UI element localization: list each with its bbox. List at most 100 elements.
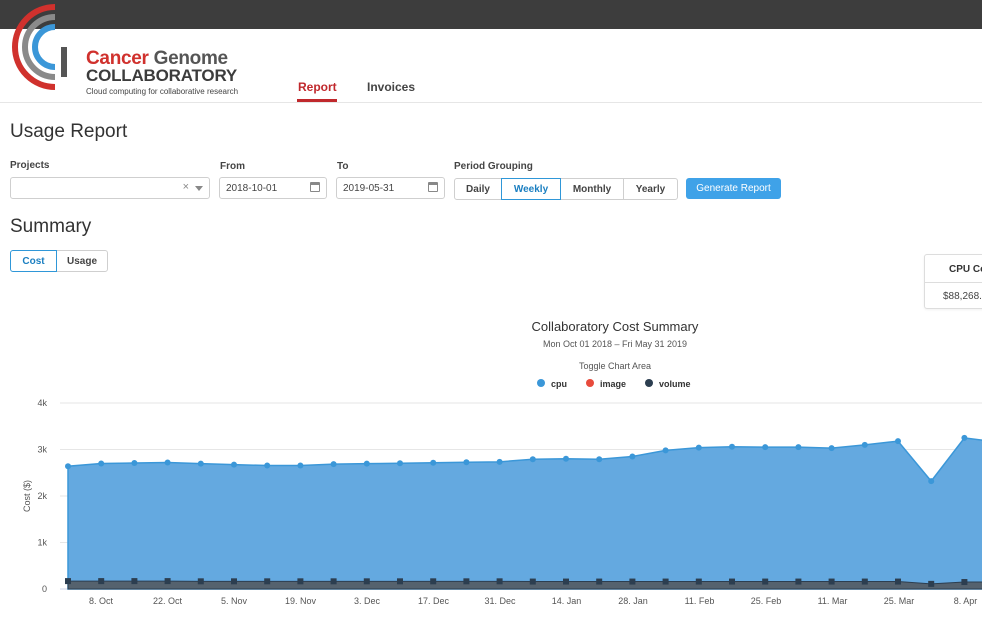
x-tick-label: 5. Nov xyxy=(221,596,248,606)
period-weekly-button[interactable]: Weekly xyxy=(501,178,561,200)
y-axis-label: Cost ($) xyxy=(22,480,32,512)
cpu-point xyxy=(629,453,636,460)
cpu-point xyxy=(264,462,271,469)
chart-subtitle: Mon Oct 01 2018 – Fri May 31 2019 xyxy=(543,339,687,349)
legend-volume-label[interactable]: volume xyxy=(659,379,691,389)
cpu-point xyxy=(529,456,536,463)
period-grouping-label: Period Grouping xyxy=(454,161,533,172)
x-tick-label: 14. Jan xyxy=(552,596,582,606)
volume-point xyxy=(563,578,569,585)
x-tick-label: 8. Apr xyxy=(954,596,978,606)
period-monthly-button[interactable]: Monthly xyxy=(560,178,624,200)
tab-invoices[interactable]: Invoices xyxy=(367,80,415,94)
summary-title: Summary xyxy=(10,216,92,237)
to-date-input[interactable]: 2019-05-31 xyxy=(336,177,445,199)
y-tick-label: 1k xyxy=(37,538,47,548)
x-tick-label: 11. Feb xyxy=(685,596,715,606)
cpu-point xyxy=(65,463,71,470)
volume-point xyxy=(164,578,171,585)
volume-point xyxy=(861,578,868,585)
volume-point xyxy=(729,578,735,585)
summary-toggle-group: Cost Usage xyxy=(10,250,108,272)
x-tick-label: 19. Nov xyxy=(285,596,317,606)
period-grouping-group: Daily Weekly Monthly Yearly xyxy=(454,178,678,200)
projects-label: Projects xyxy=(10,160,50,171)
period-daily-button[interactable]: Daily xyxy=(454,178,502,200)
volume-point xyxy=(695,578,702,585)
cpu-point xyxy=(397,460,403,467)
volume-point xyxy=(131,578,138,585)
calendar-icon[interactable] xyxy=(428,182,438,192)
projects-select[interactable]: × xyxy=(10,177,210,199)
chart-title: Collaboratory Cost Summary xyxy=(532,319,699,334)
cpu-point xyxy=(197,460,204,467)
chevron-down-icon[interactable] xyxy=(195,186,203,191)
usage-toggle-button[interactable]: Usage xyxy=(56,250,108,272)
x-tick-label: 3. Dec xyxy=(354,596,381,606)
cost-toggle-button[interactable]: Cost xyxy=(10,250,57,272)
cost-summary-chart: Collaboratory Cost Summary Mon Oct 01 20… xyxy=(22,319,982,606)
cpu-point xyxy=(131,459,138,466)
volume-point xyxy=(363,578,370,585)
x-tick-label: 22. Oct xyxy=(153,596,183,606)
period-yearly-button[interactable]: Yearly xyxy=(623,178,678,200)
legend-volume-marker[interactable] xyxy=(645,379,653,387)
cpu-point xyxy=(430,459,437,466)
volume-point xyxy=(662,578,669,585)
to-label: To xyxy=(337,161,349,172)
legend-image-marker[interactable] xyxy=(586,379,594,387)
cpu-point xyxy=(463,459,470,466)
cpu-point xyxy=(729,443,735,450)
volume-point xyxy=(629,578,636,585)
volume-point xyxy=(197,578,204,585)
cpu-point xyxy=(231,461,237,468)
x-tick-label: 25. Feb xyxy=(751,596,782,606)
x-tick-label: 28. Jan xyxy=(618,596,648,606)
logo-tagline: Cloud computing for collaborative resear… xyxy=(86,87,239,96)
y-tick-label: 0 xyxy=(42,584,47,594)
from-date-input[interactable]: 2018-10-01 xyxy=(219,177,327,199)
legend-cpu-label[interactable]: cpu xyxy=(551,379,567,389)
cpu-point xyxy=(762,444,769,451)
volume-point xyxy=(231,578,237,585)
nav-divider xyxy=(0,102,982,103)
volume-point xyxy=(961,579,968,586)
x-tick-label: 8. Oct xyxy=(89,596,114,606)
cpu-area xyxy=(67,437,982,590)
volume-point xyxy=(430,578,437,585)
logo[interactable]: Cancer Genome COLLABORATORY Cloud comput… xyxy=(10,2,250,98)
legend-cpu-marker[interactable] xyxy=(537,379,545,387)
legend-image-label[interactable]: image xyxy=(600,379,626,389)
volume-point xyxy=(65,578,71,585)
to-date-value: 2019-05-31 xyxy=(343,183,395,194)
clear-icon[interactable]: × xyxy=(183,181,189,193)
volume-point xyxy=(895,578,901,585)
cpu-point xyxy=(928,478,935,485)
cpu-point xyxy=(563,455,569,462)
cpu-point xyxy=(297,462,304,469)
cpu-point xyxy=(662,447,669,454)
cpu-point xyxy=(695,444,702,451)
volume-point xyxy=(98,578,105,585)
volume-point xyxy=(928,580,935,587)
tab-report[interactable]: Report xyxy=(298,80,337,94)
cpu-point xyxy=(496,458,503,465)
calendar-icon[interactable] xyxy=(310,182,320,192)
y-tick-label: 3k xyxy=(37,445,47,455)
y-tick-label: 2k xyxy=(37,491,47,501)
volume-point xyxy=(828,578,835,585)
cpu-cost-value: $88,268.14 xyxy=(943,291,982,302)
from-date-value: 2018-10-01 xyxy=(226,183,278,194)
y-tick-label: 4k xyxy=(37,398,47,408)
x-tick-label: 31. Dec xyxy=(484,596,516,606)
cpu-point xyxy=(330,461,337,468)
page-title: Usage Report xyxy=(10,121,128,142)
cpu-point xyxy=(895,438,901,445)
generate-report-button[interactable]: Generate Report xyxy=(686,178,781,199)
cpu-point xyxy=(828,445,835,452)
volume-area xyxy=(67,580,982,590)
legend: cpu image volume xyxy=(537,379,691,389)
cpu-point xyxy=(795,444,802,451)
cpu-point xyxy=(363,460,370,467)
logo-arcs-icon xyxy=(12,4,67,90)
